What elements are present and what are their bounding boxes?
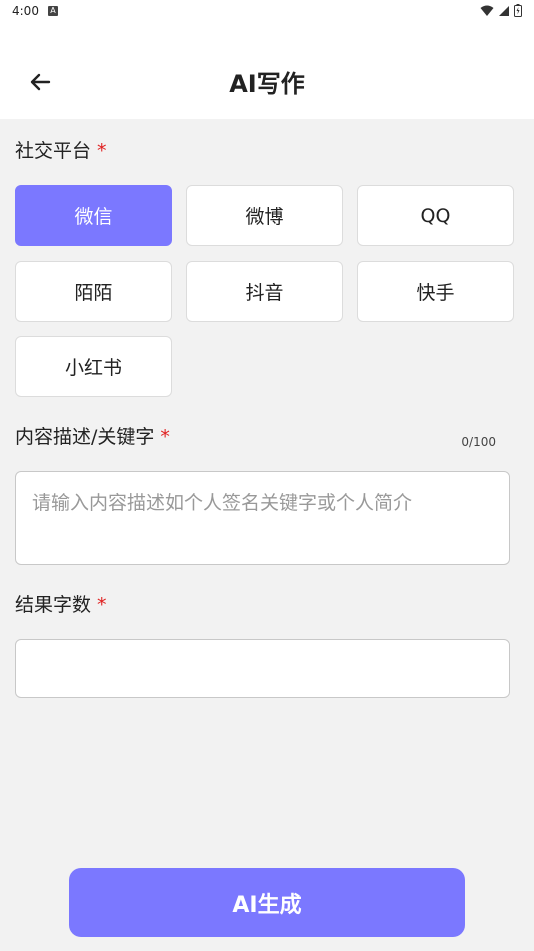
platform-option-qq[interactable]: QQ bbox=[357, 185, 514, 246]
required-mark: * bbox=[160, 426, 170, 448]
screen: 4:00 A AI写作 社交平台 * 微信 微博 QQ 陌陌 抖音 快手 小红书… bbox=[0, 0, 534, 951]
platform-option-label: 快手 bbox=[416, 282, 455, 304]
required-mark: * bbox=[97, 594, 107, 616]
char-counter: 0/100 bbox=[461, 435, 496, 449]
status-icons bbox=[480, 4, 522, 17]
app-bar: AI写作 bbox=[0, 24, 534, 119]
platform-section-label: 社交平台 * bbox=[15, 136, 107, 163]
generate-button-label: AI生成 bbox=[232, 892, 302, 918]
platform-option-momo[interactable]: 陌陌 bbox=[15, 261, 172, 322]
platform-option-label: 微博 bbox=[245, 206, 284, 228]
a-notification-icon: A bbox=[48, 6, 58, 16]
generate-button[interactable]: AI生成 bbox=[69, 868, 465, 937]
description-section-label: 内容描述/关键字 * bbox=[15, 422, 170, 449]
word-count-label-text: 结果字数 bbox=[15, 594, 92, 616]
platform-option-label: 抖音 bbox=[245, 282, 284, 304]
platform-option-label: QQ bbox=[420, 204, 451, 227]
description-label-text: 内容描述/关键字 bbox=[15, 426, 155, 448]
word-count-input[interactable] bbox=[15, 639, 510, 698]
platform-option-douyin[interactable]: 抖音 bbox=[186, 261, 343, 322]
platform-label-text: 社交平台 bbox=[15, 140, 92, 162]
wifi-icon bbox=[480, 5, 494, 16]
signal-icon bbox=[499, 5, 509, 16]
platform-option-wechat[interactable]: 微信 bbox=[15, 185, 172, 246]
status-bar: 4:00 A bbox=[0, 0, 534, 24]
word-count-section-label: 结果字数 * bbox=[15, 590, 107, 617]
platform-option-label: 陌陌 bbox=[74, 282, 113, 304]
platform-option-label: 小红书 bbox=[64, 357, 122, 379]
platform-option-kuaishou[interactable]: 快手 bbox=[357, 261, 514, 322]
status-time: 4:00 bbox=[12, 4, 39, 18]
platform-option-xiaohongshu[interactable]: 小红书 bbox=[15, 336, 172, 397]
battery-icon bbox=[514, 4, 522, 17]
description-input[interactable] bbox=[15, 471, 510, 565]
page-title: AI写作 bbox=[229, 70, 305, 98]
platform-option-weibo[interactable]: 微博 bbox=[186, 185, 343, 246]
platform-option-label: 微信 bbox=[74, 206, 113, 228]
required-mark: * bbox=[97, 140, 107, 162]
